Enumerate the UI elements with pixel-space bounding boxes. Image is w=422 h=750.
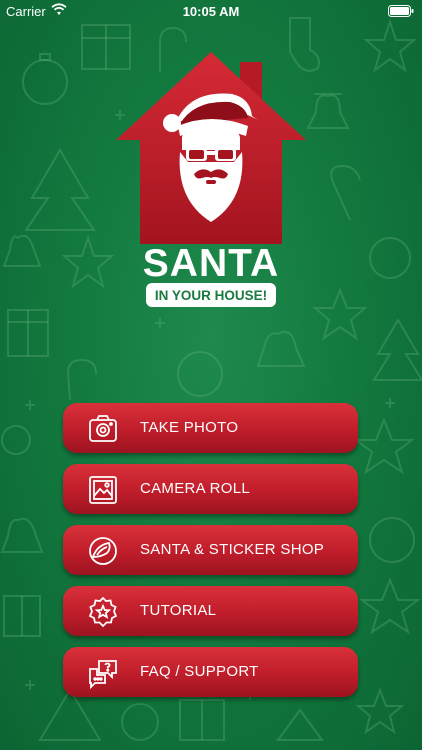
tutorial-label: TUTORIAL <box>140 602 217 619</box>
tutorial-button[interactable]: TUTORIAL <box>63 586 358 636</box>
faq-support-button[interactable]: FAQ / SUPPORT <box>63 647 358 697</box>
take-photo-label: TAKE PHOTO <box>140 419 239 436</box>
app-subtitle-badge: IN YOUR HOUSE! <box>146 283 276 307</box>
shop-icon <box>89 537 117 565</box>
camera-roll-label: CAMERA ROLL <box>140 480 250 497</box>
main-menu: TAKE PHOTO CAMERA ROLL SANTA & STICKER S… <box>63 403 358 708</box>
take-photo-button[interactable]: TAKE PHOTO <box>63 403 358 453</box>
santa-sticker-shop-button[interactable]: SANTA & STICKER SHOP <box>63 525 358 575</box>
santa-sticker-shop-label: SANTA & STICKER SHOP <box>140 541 325 558</box>
star-badge-icon <box>88 596 118 628</box>
faq-support-label: FAQ / SUPPORT <box>140 663 259 680</box>
chat-question-icon <box>89 660 117 689</box>
camera-roll-button[interactable]: CAMERA ROLL <box>63 464 358 514</box>
battery-icon <box>388 5 414 17</box>
app-title: SANTA <box>142 242 280 285</box>
clock-time: 10:05 AM <box>182 4 240 19</box>
photo-gallery-icon <box>89 476 117 504</box>
santa-house-logo <box>116 52 306 244</box>
camera-icon <box>89 415 117 442</box>
status-bar: Carrier 10:05 AM <box>0 0 422 22</box>
